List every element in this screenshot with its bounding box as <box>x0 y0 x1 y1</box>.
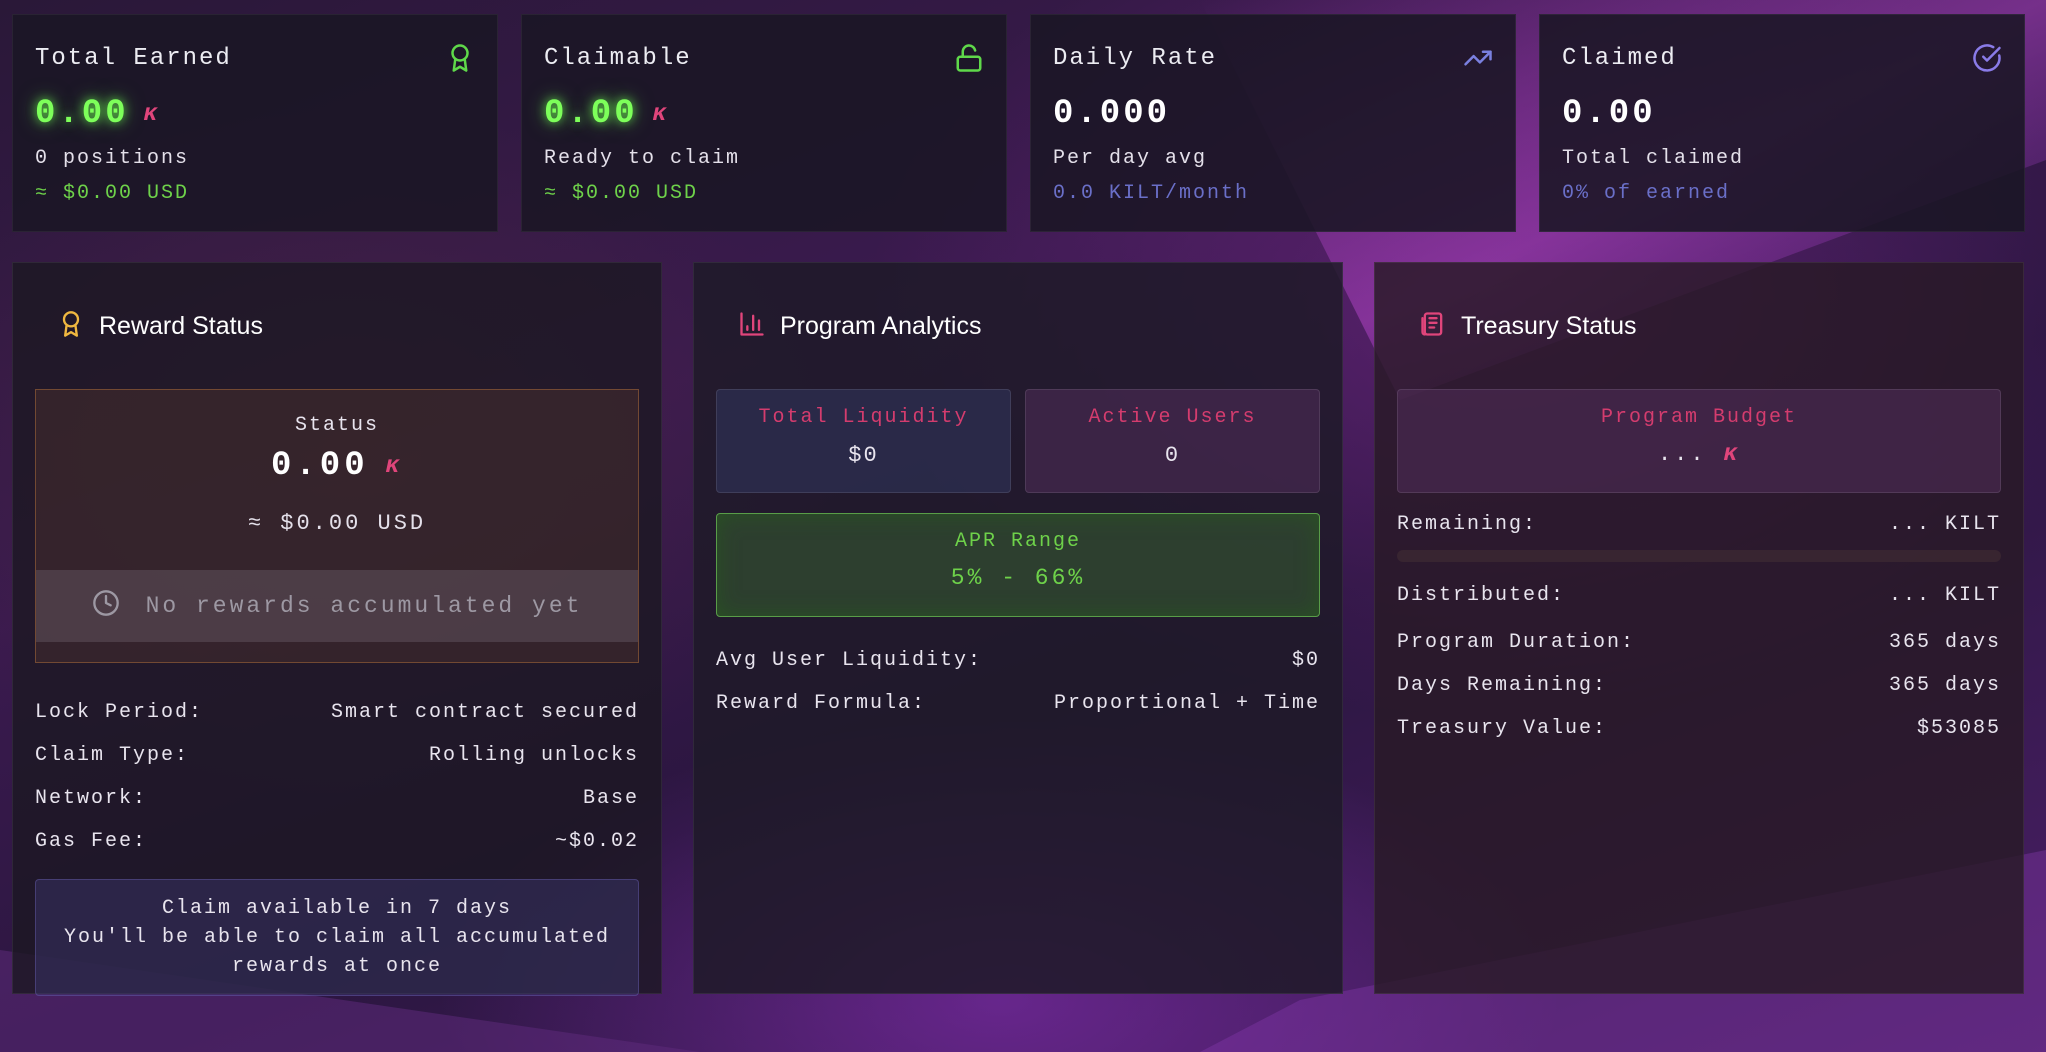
stat-footnote: ≈ $0.00 USD <box>35 182 190 205</box>
detail-row: Treasury Value: $53085 <box>1397 707 2001 750</box>
detail-value: Rolling unlocks <box>428 744 639 767</box>
detail-label: Claim Type: <box>35 744 190 767</box>
stat-title: Claimable <box>544 44 692 72</box>
treasury-status-panel: Treasury Status Program Budget ... ĸ Rem… <box>1374 262 2024 994</box>
detail-value: Base <box>582 787 639 810</box>
distributed-row: Distributed: ... KILT <box>1397 584 2001 607</box>
stat-title: Claimed <box>1562 44 1677 72</box>
detail-row: Avg User Liquidity: $0 <box>716 639 1320 682</box>
detail-label: Treasury Value: <box>1397 717 1608 740</box>
detail-value: Proportional + Time <box>1053 692 1320 715</box>
reward-details: Lock Period: Smart contract secured Claim… <box>35 691 639 863</box>
total-liquidity-box: Total Liquidity $0 <box>716 389 1011 493</box>
stat-subtitle: 0 positions <box>35 147 190 170</box>
budget-label: Program Budget <box>1600 406 1798 429</box>
detail-value: 365 days <box>1888 631 2001 654</box>
stat-card-claimed: Claimed 0.00 Total claimed 0% of earned <box>1539 14 2025 232</box>
stat-subtitle: Per day avg <box>1053 147 1208 170</box>
reward-status-panel: Reward Status Status 0.00 ĸ ≈ $0.00 USD … <box>12 262 662 996</box>
detail-label: Days Remaining: <box>1397 674 1608 697</box>
panel-title: Program Analytics <box>780 311 982 340</box>
check-circle-icon <box>1972 43 2002 73</box>
metric-value: 0 <box>1164 443 1181 468</box>
reward-status-box: Status 0.00 ĸ ≈ $0.00 USD No rewards acc… <box>35 389 639 663</box>
detail-row: Program Duration: 365 days <box>1397 621 2001 664</box>
apr-range-box: APR Range 5% - 66% <box>716 513 1320 617</box>
notice-line: Claim available in 7 days <box>161 897 513 920</box>
notice-line: You'll be able to claim all accumulated … <box>63 926 611 978</box>
receipt-icon <box>1419 310 1447 343</box>
apr-label: APR Range <box>954 530 1082 553</box>
claim-notice: Claim available in 7 days You'll be able… <box>35 879 639 996</box>
detail-value: $0 <box>1291 649 1320 672</box>
stat-card-claimable: Claimable 0.00 ĸ Ready to claim ≈ $0.00 … <box>521 14 1007 232</box>
detail-row: Reward Formula: Proportional + Time <box>716 682 1320 725</box>
stat-card-daily-rate: Daily Rate 0.000 Per day avg 0.0 KILT/mo… <box>1030 14 1516 232</box>
stat-title: Daily Rate <box>1053 44 1218 72</box>
detail-label: Distributed: <box>1397 584 1566 607</box>
metric-label: Total Liquidity <box>758 406 969 429</box>
status-label: Status <box>294 414 379 437</box>
metric-label: Active Users <box>1088 406 1257 429</box>
detail-value: Smart contract secured <box>330 701 639 724</box>
budget-value: ... <box>1657 442 1707 467</box>
bar-chart-icon <box>738 310 766 343</box>
award-icon <box>445 43 475 73</box>
stat-value: 0.00 <box>35 95 129 133</box>
detail-label: Program Duration: <box>1397 631 1636 654</box>
detail-value: $53085 <box>1916 717 2001 740</box>
detail-row: Lock Period: Smart contract secured <box>35 691 639 734</box>
detail-value: 365 days <box>1888 674 2001 697</box>
award-icon <box>57 310 85 343</box>
stat-subtitle: Ready to claim <box>544 147 741 170</box>
detail-value: ~$0.02 <box>554 830 639 853</box>
kilt-token-icon: ĸ <box>381 452 406 480</box>
stat-value: 0.00 <box>1562 95 1656 133</box>
empty-message: No rewards accumulated yet <box>145 593 583 619</box>
remaining-row: Remaining: ... KILT <box>1397 513 2001 536</box>
unlock-icon <box>954 43 984 73</box>
metric-value: $0 <box>848 443 879 468</box>
remaining-progress-bar <box>1397 550 2001 562</box>
status-usd: ≈ $0.00 USD <box>247 511 427 536</box>
stat-footnote: 0% of earned <box>1562 182 1731 205</box>
detail-label: Network: <box>35 787 148 810</box>
program-budget-box: Program Budget ... ĸ <box>1397 389 2001 493</box>
trending-up-icon <box>1463 43 1493 73</box>
detail-row: Days Remaining: 365 days <box>1397 664 2001 707</box>
detail-label: Lock Period: <box>35 701 204 724</box>
stat-footnote: 0.0 KILT/month <box>1053 182 1250 205</box>
stat-subtitle: Total claimed <box>1562 147 1745 170</box>
kilt-token-icon: ĸ <box>648 100 672 128</box>
apr-value: 5% - 66% <box>950 565 1086 591</box>
treasury-details: Program Duration: 365 days Days Remaining… <box>1397 621 2001 750</box>
active-users-box: Active Users 0 <box>1025 389 1320 493</box>
empty-rewards-banner: No rewards accumulated yet <box>36 570 638 642</box>
detail-label: Reward Formula: <box>716 692 927 715</box>
detail-row: Claim Type: Rolling unlocks <box>35 734 639 777</box>
detail-value: ... KILT <box>1888 513 2001 536</box>
stat-card-total-earned: Total Earned 0.00 ĸ 0 positions ≈ $0.00 … <box>12 14 498 232</box>
program-analytics-panel: Program Analytics Total Liquidity $0 Act… <box>693 262 1343 994</box>
detail-row: Gas Fee: ~$0.02 <box>35 820 639 863</box>
status-value: 0.00 <box>270 447 369 485</box>
panel-title: Treasury Status <box>1461 311 1637 340</box>
detail-label: Gas Fee: <box>35 830 148 853</box>
kilt-token-icon: ĸ <box>1719 441 1743 468</box>
detail-label: Remaining: <box>1397 513 1538 536</box>
panel-title: Reward Status <box>99 311 263 340</box>
clock-icon <box>92 589 120 624</box>
stat-footnote: ≈ $0.00 USD <box>544 182 699 205</box>
stat-title: Total Earned <box>35 44 232 72</box>
detail-label: Avg User Liquidity: <box>716 649 983 672</box>
stat-value: 0.000 <box>1053 95 1171 133</box>
detail-value: ... KILT <box>1888 584 2001 607</box>
stat-value: 0.00 <box>544 95 638 133</box>
detail-row: Network: Base <box>35 777 639 820</box>
analytics-details: Avg User Liquidity: $0 Reward Formula: Pro… <box>716 639 1320 725</box>
kilt-token-icon: ĸ <box>139 100 163 128</box>
